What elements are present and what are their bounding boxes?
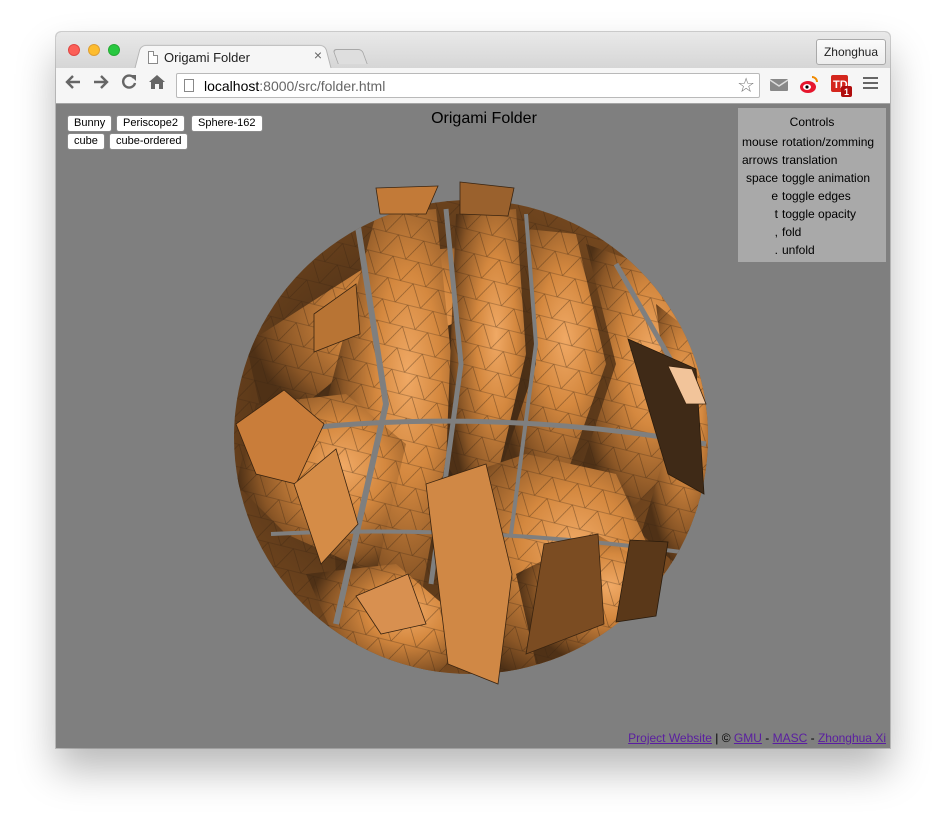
control-desc: toggle opacity <box>782 207 857 221</box>
model-button-cube-ordered[interactable]: cube-ordered <box>109 133 189 150</box>
control-row: t toggle opacity <box>738 205 886 223</box>
browser-toolbar: localhost:8000/src/folder.html ☆ TD 1 <box>56 68 890 104</box>
footer-separator: - <box>807 731 818 745</box>
control-key: e <box>771 189 778 203</box>
tab-close-icon[interactable]: × <box>314 47 322 63</box>
control-row: e toggle edges <box>738 187 886 205</box>
footer: Project Website | © GMU - MASC - Zhonghu… <box>628 731 886 745</box>
controls-panel: Controls mouse rotation/zomming arrows tra… <box>738 108 886 262</box>
control-desc: toggle edges <box>782 189 851 203</box>
control-row: . unfold <box>738 241 886 259</box>
zoom-window-button[interactable] <box>108 44 120 56</box>
control-key: , <box>774 225 778 239</box>
profile-button[interactable]: Zhonghua <box>815 39 886 65</box>
minimize-window-button[interactable] <box>88 44 100 56</box>
control-row: mouse rotation/zomming <box>738 133 886 151</box>
model-button-bunny[interactable]: Bunny <box>67 115 113 132</box>
footer-separator: - <box>761 731 773 745</box>
sphere-model <box>234 181 708 685</box>
tab-title: Origami Folder <box>164 49 250 65</box>
gmu-link[interactable]: GMU <box>734 731 762 745</box>
close-window-button[interactable] <box>68 44 80 56</box>
svg-text:1: 1 <box>844 87 849 97</box>
page-document-icon <box>184 79 194 92</box>
control-key: arrows <box>741 153 778 167</box>
project-website-link[interactable]: Project Website <box>628 731 712 745</box>
address-url[interactable]: localhost:8000/src/folder.html <box>204 78 385 94</box>
control-key: . <box>774 243 778 257</box>
control-key: t <box>774 207 778 221</box>
title-bar: Origami Folder × Zhonghua <box>56 32 890 70</box>
home-icon[interactable] <box>146 73 168 97</box>
controls-title: Controls <box>789 115 835 129</box>
control-row: space toggle animation <box>738 169 886 187</box>
masc-link[interactable]: MASC <box>773 731 808 745</box>
address-bar[interactable]: localhost:8000/src/folder.html ☆ <box>176 73 760 98</box>
model-button-sphere-162[interactable]: Sphere-162 <box>191 115 263 132</box>
control-desc: fold <box>782 225 802 239</box>
browser-window: Origami Folder × Zhonghua localhost:8000… <box>56 32 890 748</box>
control-key: space <box>745 171 778 185</box>
model-button-cube[interactable]: cube <box>67 133 105 150</box>
model-button-periscope2[interactable]: Periscope2 <box>116 115 186 132</box>
forward-arrow-icon[interactable] <box>90 73 112 97</box>
control-desc: toggle animation <box>782 171 871 185</box>
weibo-icon[interactable] <box>799 75 819 95</box>
control-row: , fold <box>738 223 886 241</box>
browser-tab-content[interactable]: Origami Folder × <box>148 45 328 69</box>
bookmark-star-icon[interactable]: ☆ <box>737 73 755 98</box>
document-icon <box>148 50 158 64</box>
td-extension-icon[interactable]: TD 1 <box>831 75 852 97</box>
reload-icon[interactable] <box>118 73 140 97</box>
mail-icon[interactable] <box>769 75 789 95</box>
control-row: arrows translation <box>738 151 886 169</box>
control-desc: unfold <box>782 243 815 257</box>
author-link[interactable]: Zhonghua Xi <box>818 731 886 745</box>
menu-icon[interactable] <box>863 77 878 92</box>
new-tab-button[interactable] <box>332 49 368 64</box>
control-desc: translation <box>782 153 838 167</box>
control-desc: rotation/zomming <box>782 135 875 149</box>
control-key: mouse <box>741 135 778 149</box>
footer-separator: | © <box>711 731 734 745</box>
back-arrow-icon[interactable] <box>62 73 84 97</box>
webgl-viewport[interactable]: Origami Folder Bunny Periscope2 Sphere-1… <box>56 104 890 748</box>
